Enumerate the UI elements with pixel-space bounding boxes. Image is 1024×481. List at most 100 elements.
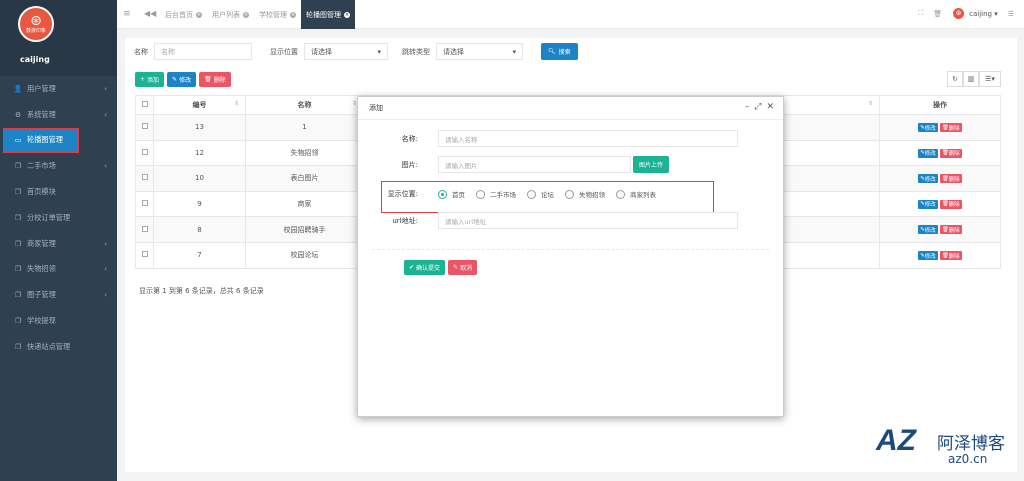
settings-menu-icon[interactable]: ☰ bbox=[1008, 10, 1014, 18]
tab-dashboard[interactable]: 后台首页 × bbox=[160, 0, 207, 29]
row-delete-button[interactable]: 🗑 删除 bbox=[939, 148, 962, 158]
row-edit-label: 修改 bbox=[924, 202, 936, 209]
tab-user-list[interactable]: 用户列表 × bbox=[207, 0, 254, 29]
brand-text: 鼓浪印象 bbox=[25, 28, 46, 34]
fullscreen-icon[interactable]: ⛶ bbox=[918, 9, 923, 18]
delete-button-label: 删除 bbox=[213, 77, 226, 84]
checkbox[interactable] bbox=[141, 101, 148, 107]
row-edit-button[interactable]: ✎ 修改 bbox=[918, 251, 938, 261]
minimize-icon[interactable]: – bbox=[745, 102, 750, 112]
add-dialog: 添加 – ⤢ ✕ 名称: 请输入名称 图片: 请输入图片 图片上传 显示位置: … bbox=[357, 96, 784, 417]
close-icon[interactable]: × bbox=[290, 11, 296, 18]
refresh-icon[interactable]: ↻ bbox=[947, 71, 963, 87]
close-icon[interactable]: × bbox=[196, 11, 202, 18]
maximize-icon[interactable]: ⤢ bbox=[754, 102, 761, 112]
row-edit-button[interactable]: ✎ 修改 bbox=[918, 148, 938, 158]
row-delete-button[interactable]: 🗑 删除 bbox=[939, 225, 962, 235]
profile-area: ⊛ 鼓浪印象 caijing bbox=[0, 0, 117, 76]
sidebar-item-carousel[interactable]: ▭ 轮播图管理 bbox=[3, 127, 79, 154]
sidebar-item-circles[interactable]: ❐ 圈子管理 ‹ bbox=[0, 282, 117, 308]
sidebar-item-merchants[interactable]: ❐ 商家管理 ‹ bbox=[0, 231, 117, 257]
trash-icon[interactable]: 🗑 bbox=[933, 10, 942, 18]
cancel-button[interactable]: ✎ 取消 bbox=[448, 260, 478, 275]
header-label: 名称 bbox=[297, 101, 312, 109]
checkbox[interactable] bbox=[141, 174, 148, 181]
name-filter-input[interactable]: 名称 bbox=[154, 43, 252, 60]
columns-icon[interactable]: ▥ bbox=[963, 71, 979, 87]
radio-label: 论坛 bbox=[541, 191, 554, 199]
radio-forum[interactable]: 论坛 bbox=[527, 189, 554, 199]
position-filter-select[interactable]: 请选择 ▾ bbox=[304, 43, 388, 60]
radio-home[interactable]: 首页 bbox=[438, 189, 465, 199]
row-edit-label: 修改 bbox=[924, 227, 936, 234]
upload-image-button[interactable]: 图片上传 bbox=[633, 156, 670, 173]
id-column-header[interactable]: 编号 ⇕ bbox=[153, 95, 246, 115]
sidebar-item-system[interactable]: ⚙ 系统管理 ‹ bbox=[0, 102, 117, 128]
sidebar-item-label: 系统管理 bbox=[27, 109, 56, 119]
sidebar-item-branch-orders[interactable]: ❐ 分校订单管理 bbox=[0, 205, 117, 231]
row-edit-button[interactable]: ✎ 修改 bbox=[918, 123, 938, 133]
sidebar-item-express-stations[interactable]: ❐ 快递站点管理 bbox=[0, 334, 117, 360]
position-label: 显示位置: bbox=[387, 190, 418, 198]
close-icon[interactable]: ✕ bbox=[766, 102, 774, 112]
copy-icon: ❐ bbox=[14, 239, 22, 248]
tab-school-management[interactable]: 学校管理 × bbox=[254, 0, 301, 29]
sidebar-item-home-module[interactable]: ❐ 首页模块 bbox=[0, 179, 117, 205]
row-actions: ✎ 修改 🗑 删除 bbox=[879, 139, 1001, 167]
name-input[interactable]: 请输入名称 bbox=[438, 130, 738, 147]
radio-circle[interactable] bbox=[438, 189, 447, 199]
checkbox[interactable] bbox=[141, 123, 148, 130]
close-icon[interactable]: × bbox=[344, 11, 350, 18]
edit-button[interactable]: ✎ 修改 bbox=[167, 72, 197, 87]
sidebar-item-users[interactable]: 👤 用户管理 ‹ bbox=[0, 76, 117, 102]
name-column-header[interactable]: 名称 ⇕ bbox=[245, 95, 364, 115]
export-icon[interactable]: ☰▾ bbox=[979, 71, 1001, 87]
row-edit-button[interactable]: ✎ 修改 bbox=[918, 225, 938, 235]
tab-carousel-management[interactable]: 轮播图管理 × bbox=[301, 0, 355, 29]
radio-lost-found[interactable]: 失物招领 bbox=[565, 189, 605, 199]
radio-circle[interactable] bbox=[476, 189, 485, 199]
radio-label: 商家列表 bbox=[630, 191, 656, 199]
image-input[interactable]: 请输入图片 bbox=[438, 156, 631, 173]
row-delete-button[interactable]: 🗑 删除 bbox=[939, 123, 962, 133]
close-icon[interactable]: × bbox=[243, 11, 249, 18]
brand-logo[interactable]: ⊛ 鼓浪印象 bbox=[18, 6, 54, 42]
menu-toggle-icon[interactable]: ≡ bbox=[123, 9, 131, 19]
radio-circle[interactable] bbox=[565, 189, 574, 199]
user-menu[interactable]: ⊛ caijing ▾ bbox=[952, 7, 998, 20]
submit-button-label: 确认提交 bbox=[416, 265, 441, 272]
row-delete-button[interactable]: 🗑 删除 bbox=[939, 251, 962, 261]
tab-back-icon[interactable]: ◀◀ bbox=[144, 9, 156, 18]
cancel-button-label: 取消 bbox=[460, 265, 473, 272]
row-edit-button[interactable]: ✎ 修改 bbox=[918, 174, 938, 184]
url-input[interactable]: 请输入url地址 bbox=[438, 212, 738, 229]
trash-icon: 🗑 bbox=[941, 252, 949, 259]
sidebar-item-lost-found[interactable]: ❐ 失物招领 ‹ bbox=[0, 257, 117, 283]
row-name: 校园论坛 bbox=[245, 241, 364, 269]
sidebar-item-school-withdraw[interactable]: ❐ 学校提现 bbox=[0, 308, 117, 334]
name-form-row: 名称: 请输入名称 bbox=[358, 130, 738, 147]
checkbox[interactable] bbox=[141, 225, 148, 232]
radio-circle[interactable] bbox=[527, 189, 536, 199]
search-button[interactable]: 🔍︎ 搜索 bbox=[541, 43, 578, 60]
row-delete-label: 删除 bbox=[948, 125, 960, 132]
row-delete-button[interactable]: 🗑 删除 bbox=[939, 174, 962, 184]
checkbox[interactable] bbox=[141, 251, 148, 258]
delete-button[interactable]: 🗑 删除 bbox=[199, 72, 231, 87]
checkbox[interactable] bbox=[141, 148, 148, 155]
add-button[interactable]: + 添加 bbox=[135, 72, 165, 87]
action-column-header: 操作 bbox=[879, 95, 1001, 115]
jump-type-filter-select[interactable]: 请选择 ▾ bbox=[436, 43, 523, 60]
row-delete-button[interactable]: 🗑 删除 bbox=[939, 199, 962, 209]
checkbox[interactable] bbox=[141, 200, 148, 207]
row-edit-button[interactable]: ✎ 修改 bbox=[918, 199, 938, 209]
submit-button[interactable]: ✔ 确认提交 bbox=[404, 260, 446, 275]
radio-circle[interactable] bbox=[616, 189, 625, 199]
sidebar-item-second-hand[interactable]: ❐ 二手市场 ‹ bbox=[0, 153, 117, 179]
select-all-header[interactable] bbox=[135, 95, 154, 115]
radio-merchant-list[interactable]: 商家列表 bbox=[616, 189, 656, 199]
radio-second-hand[interactable]: 二手市场 bbox=[476, 189, 516, 199]
sidebar-item-label: 轮播图管理 bbox=[27, 135, 63, 145]
name-label: 名称: bbox=[401, 134, 418, 143]
sidebar-username[interactable]: caijing bbox=[20, 55, 50, 64]
